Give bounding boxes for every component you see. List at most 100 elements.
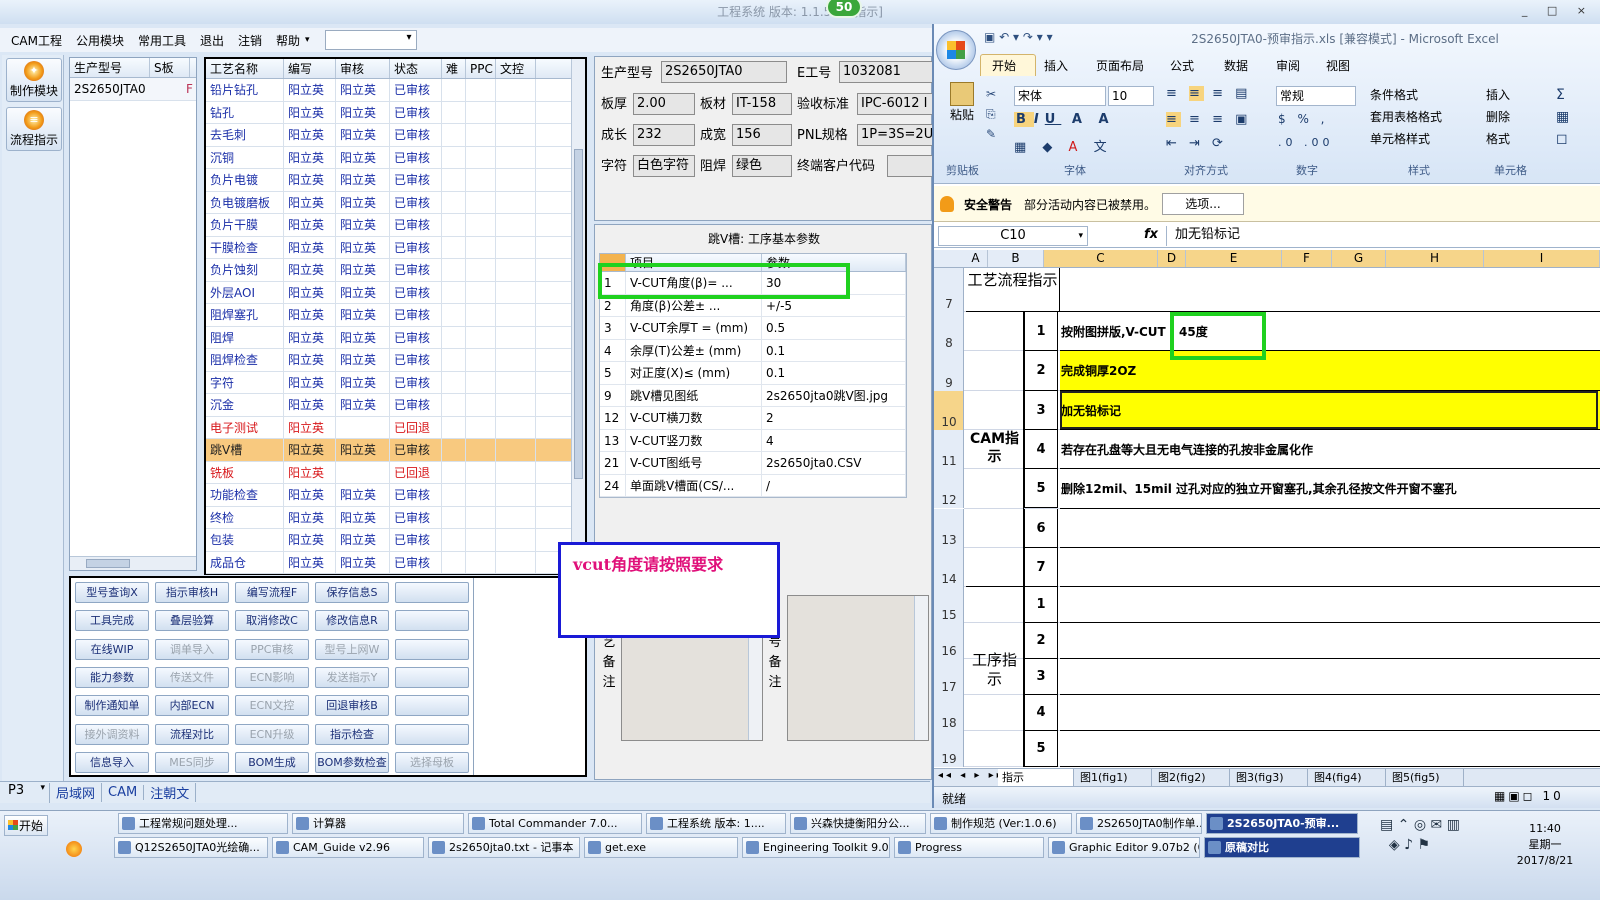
sheet-tab-3[interactable]: 图3(fig3) bbox=[1232, 769, 1308, 786]
decimal-buttons[interactable]: .0 .00 bbox=[1278, 136, 1334, 149]
accept-std-field[interactable]: IPC-6012 I bbox=[857, 93, 933, 115]
tray-icons[interactable]: ▤ ⌃ ◎ ✉ ▥ ◈ ♪ ⚑ bbox=[1380, 815, 1500, 875]
process-row[interactable]: 包装 阳立英 阳立英 已审核 bbox=[206, 529, 585, 552]
process-row[interactable]: 功能检查 阳立英 阳立英 已审核 bbox=[206, 484, 585, 507]
column-header[interactable]: D bbox=[1158, 250, 1186, 267]
row-number[interactable]: 13 bbox=[934, 508, 964, 548]
action-button-13[interactable]: 型号上网W bbox=[315, 638, 389, 660]
sheet-nav-arrows[interactable]: ◂◂ ◂ ▸ ▸▸ bbox=[938, 770, 1005, 781]
customer-code-field[interactable] bbox=[887, 155, 933, 177]
task-button[interactable]: Q12S2650JTA0光绘确... bbox=[114, 837, 268, 858]
process-row[interactable]: 铅片钻孔 阳立英 阳立英 已审核 bbox=[206, 79, 585, 102]
ribbon-tab-2[interactable]: 页面布局 bbox=[1096, 57, 1144, 74]
row-number[interactable]: 16 bbox=[934, 623, 964, 660]
material-field[interactable]: IT-158 bbox=[732, 93, 792, 115]
process-item-number[interactable]: 4 bbox=[1024, 695, 1058, 732]
menu-dropdown-arrow-icon[interactable]: ▾ bbox=[305, 35, 310, 45]
cam-item-number[interactable]: 2 bbox=[1024, 351, 1058, 391]
col-header[interactable]: 状态 bbox=[390, 59, 442, 78]
cam-item-text[interactable]: 完成铜厚2OZ bbox=[1061, 362, 1136, 379]
process-row[interactable]: 负片蚀刻 阳立英 阳立英 已审核 bbox=[206, 259, 585, 282]
status-tab-lan[interactable]: 局域网 bbox=[50, 783, 103, 802]
param-row[interactable]: 13 V-CUT竖刀数 4 bbox=[600, 429, 906, 452]
col-header[interactable]: 编写 bbox=[284, 59, 336, 78]
process-row[interactable]: 跳V槽 阳立英 阳立英 已审核 bbox=[206, 439, 585, 462]
action-button-22[interactable]: ECN文控 bbox=[235, 695, 309, 717]
clock[interactable]: 11:40 星期一 2017/8/21 bbox=[1500, 821, 1590, 869]
ribbon-tab-3[interactable]: 公式 bbox=[1170, 57, 1194, 74]
action-button-9[interactable] bbox=[395, 610, 469, 632]
model-row[interactable]: 2S2650JTA0 F bbox=[70, 78, 196, 101]
table-format-button[interactable]: 套用表格格式 bbox=[1370, 106, 1442, 128]
sheet-tab-4[interactable]: 图4(fig4) bbox=[1310, 769, 1386, 786]
param-row[interactable]: 3 V-CUT余厚T = (mm) 0.5 bbox=[600, 317, 906, 340]
task-button[interactable]: Progress bbox=[894, 837, 1044, 858]
process-row[interactable]: 字符 阳立英 阳立英 已审核 bbox=[206, 371, 585, 394]
action-button-8[interactable]: 修改信息R bbox=[315, 610, 389, 632]
horizontal-scrollbar[interactable] bbox=[70, 556, 196, 570]
sheet-tab-5[interactable]: 图5(fig5) bbox=[1388, 769, 1464, 786]
nav-make-module-button[interactable]: ✦ 制作模块 bbox=[6, 58, 62, 102]
action-button-23[interactable]: 回退审核B bbox=[315, 695, 389, 717]
action-button-30[interactable]: 信息导入 bbox=[75, 751, 149, 773]
indent-buttons[interactable]: ⇤ ⇥ ⟳ bbox=[1166, 136, 1227, 151]
action-button-28[interactable]: 指示检查 bbox=[315, 723, 389, 745]
task-button[interactable]: get.exe bbox=[584, 837, 738, 858]
task-button[interactable]: 工程系统 版本: 1.... bbox=[646, 813, 786, 834]
model-remark-box[interactable] bbox=[787, 595, 929, 741]
paste-button[interactable]: 粘贴 bbox=[944, 82, 980, 122]
cam-item-text[interactable]: 若存在孔盘等大且无电气连接的孔按非金属化作 bbox=[1061, 441, 1313, 458]
param-row[interactable]: 4 余厚(T)公差± (mm) 0.1 bbox=[600, 339, 906, 362]
action-button-10[interactable]: 在线WIP bbox=[75, 638, 149, 660]
security-options-button[interactable]: 选项... bbox=[1162, 193, 1244, 215]
cam-item-text[interactable]: 按附图拼版,V-CUT bbox=[1061, 323, 1166, 340]
row-number[interactable]: 14 bbox=[934, 547, 964, 588]
process-row[interactable]: 成品仓 阳立英 阳立英 已审核 bbox=[206, 551, 585, 574]
ribbon-tab-4[interactable]: 数据 bbox=[1224, 57, 1248, 74]
scrollbar-thumb[interactable] bbox=[86, 559, 130, 568]
eno-field[interactable]: 1032081 bbox=[839, 61, 933, 83]
menu-item-1[interactable]: 公用模块 bbox=[76, 32, 124, 49]
action-button-5[interactable]: 工具完成 bbox=[75, 610, 149, 632]
action-button-2[interactable]: 编写流程F bbox=[235, 582, 309, 603]
action-button-32[interactable]: BOM生成 bbox=[235, 751, 309, 773]
prod-model-field[interactable]: 2S2650JTA0 bbox=[661, 61, 787, 83]
process-row[interactable]: 负片干膜 阳立英 阳立英 已审核 bbox=[206, 214, 585, 237]
row-number[interactable]: 10 bbox=[934, 390, 964, 430]
action-button-27[interactable]: ECN升级 bbox=[235, 723, 309, 745]
process-row[interactable]: 负电镀磨板 阳立英 阳立英 已审核 bbox=[206, 191, 585, 214]
process-item-number[interactable]: 1 bbox=[1024, 587, 1058, 624]
action-button-19[interactable] bbox=[395, 666, 469, 688]
border-fill-color-buttons[interactable]: ▦ ◆ A 文 bbox=[1014, 136, 1113, 155]
width-field[interactable]: 156 bbox=[732, 124, 792, 146]
column-header[interactable]: F bbox=[1282, 250, 1332, 267]
col-header[interactable]: 难 bbox=[442, 59, 466, 78]
process-row[interactable]: 外层AOI 阳立英 阳立英 已审核 bbox=[206, 281, 585, 304]
action-button-1[interactable]: 指示审核H bbox=[155, 582, 229, 603]
action-button-14[interactable] bbox=[395, 638, 469, 660]
column-header[interactable]: A bbox=[964, 250, 988, 267]
align-buttons[interactable]: ≡ ≡ ≡ ▤ bbox=[1166, 86, 1251, 101]
insert-button[interactable]: 插入 bbox=[1486, 84, 1510, 106]
process-item-number[interactable]: 3 bbox=[1024, 659, 1058, 696]
function-icon[interactable]: fx bbox=[1144, 227, 1158, 242]
action-button-7[interactable]: 取消修改C bbox=[235, 610, 309, 632]
cam-item-number[interactable]: 1 bbox=[1024, 312, 1058, 352]
task-button[interactable]: 兴森快捷衡阳分公... bbox=[790, 813, 926, 834]
action-button-3[interactable]: 保存信息S bbox=[315, 582, 389, 603]
number-buttons[interactable]: $ % , bbox=[1278, 112, 1328, 126]
task-button[interactable]: CAM_Guide v2.96 bbox=[272, 837, 424, 858]
sheet-tab-0[interactable]: 指示 bbox=[998, 769, 1074, 786]
menu-combo-box[interactable] bbox=[324, 30, 417, 50]
row-number[interactable]: 19 bbox=[934, 731, 964, 768]
status-tab-cam[interactable]: CAM bbox=[102, 785, 145, 800]
delete-button[interactable]: 删除 bbox=[1486, 106, 1510, 128]
process-row[interactable]: 铣板 阳立英 已回退 bbox=[206, 461, 585, 484]
active-cell-outline[interactable] bbox=[1060, 390, 1598, 429]
action-button-18[interactable]: 发送指示Y bbox=[315, 666, 389, 688]
pnl-field[interactable]: 1P=3S=2U bbox=[857, 124, 933, 146]
length-field[interactable]: 232 bbox=[633, 124, 695, 146]
param-row[interactable]: 5 对正度(X)≤ (mm) 0.1 bbox=[600, 362, 906, 385]
quick-launch-icon[interactable] bbox=[62, 837, 86, 861]
task-button[interactable]: 2S2650JTA0-预审... bbox=[1206, 813, 1358, 834]
